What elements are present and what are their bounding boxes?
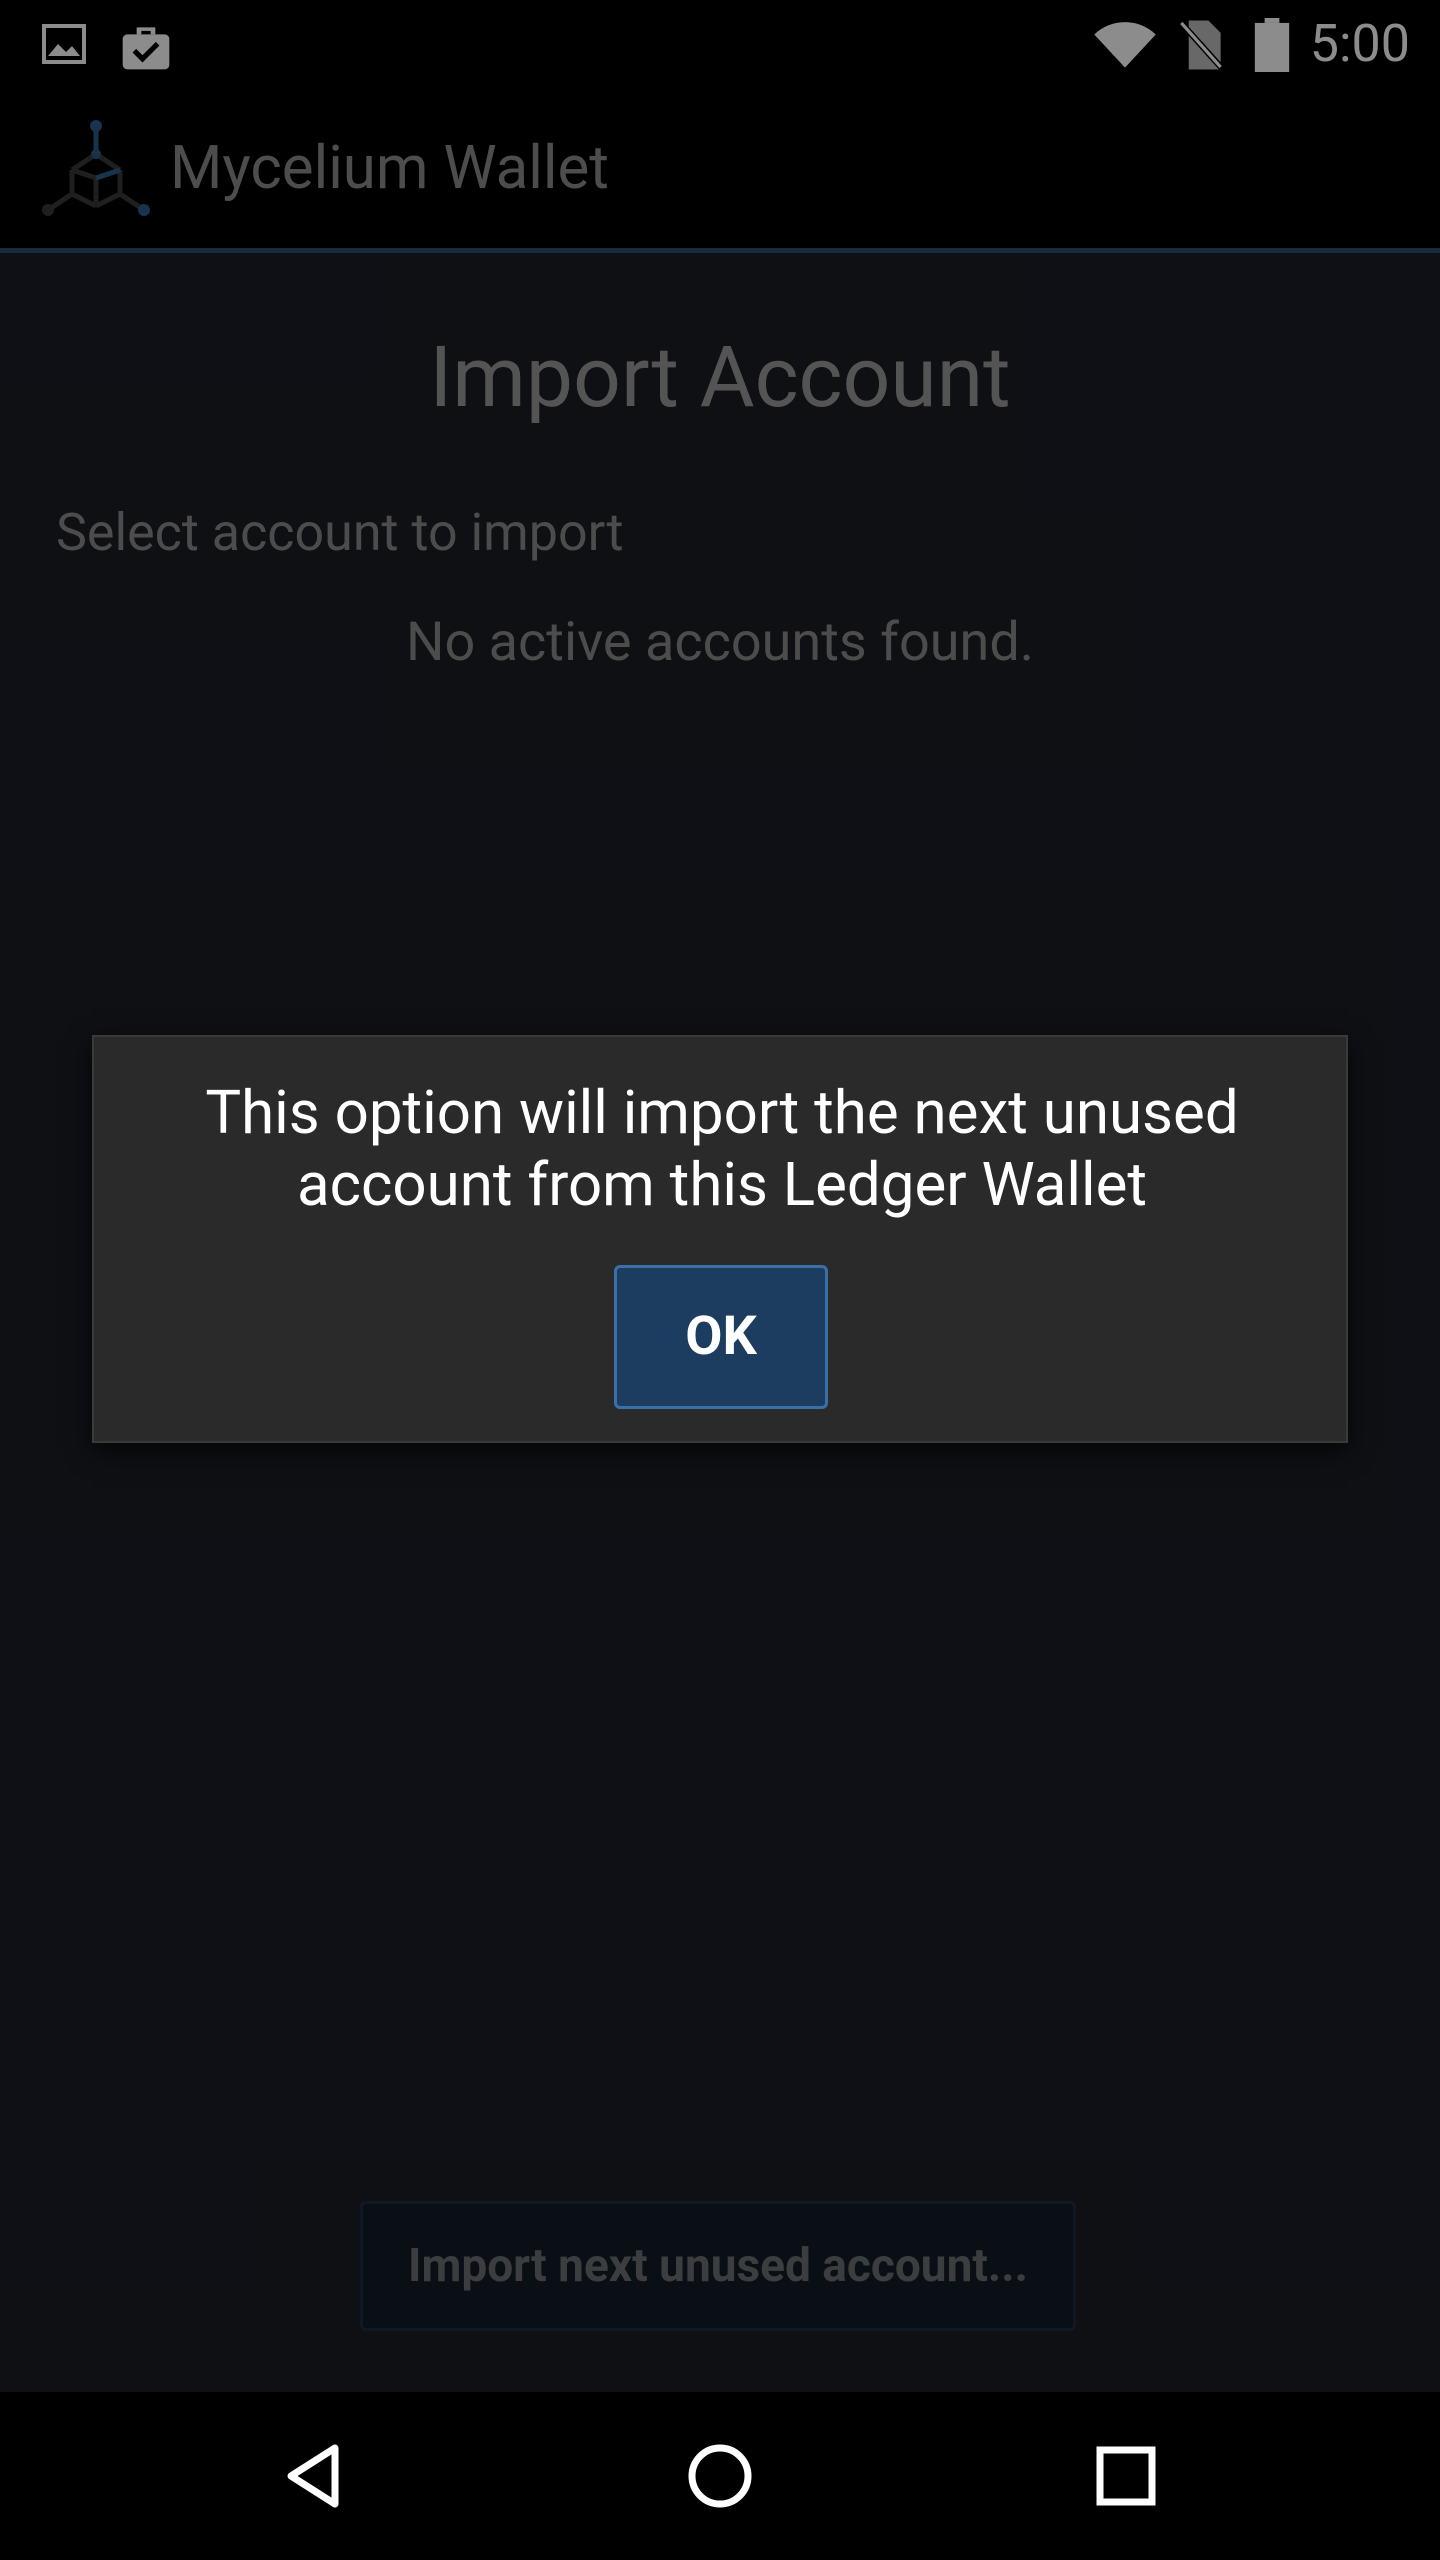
home-icon[interactable] [680,2436,760,2516]
recents-icon[interactable] [1086,2436,1166,2516]
back-icon[interactable] [275,2436,355,2516]
screen: 5:00 Mycelium Wallet Import Account Sele… [0,0,1440,2560]
dialog-message: This option will import the next unused … [205,1077,1239,1220]
ok-button[interactable]: OK [614,1265,828,1409]
info-dialog: This option will import the next unused … [92,1035,1348,1443]
navigation-bar [0,2392,1440,2560]
